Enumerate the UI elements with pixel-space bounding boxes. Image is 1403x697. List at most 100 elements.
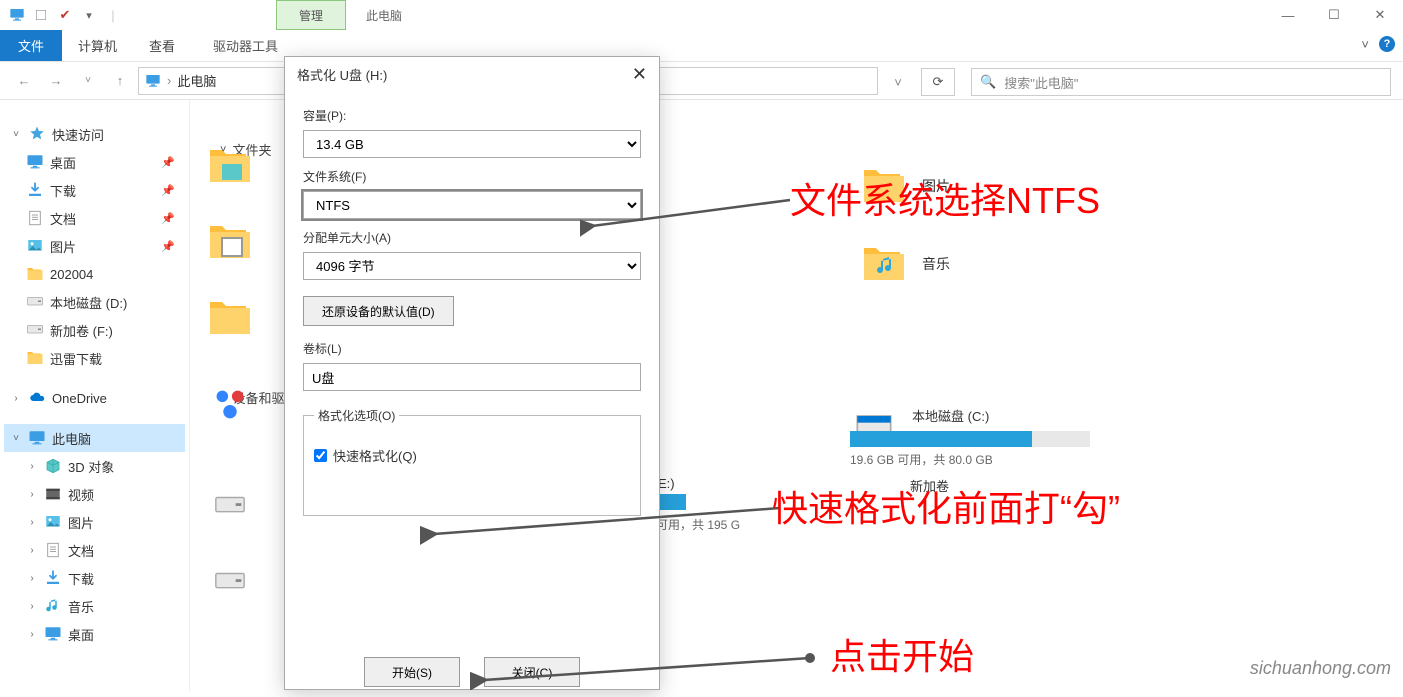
tree-item-videos[interactable]: › 视频 — [4, 480, 185, 508]
tree-item-downloads[interactable]: 下载 📌 — [4, 176, 185, 204]
quick-format-checkbox[interactable]: 快速格式化(Q) — [314, 446, 630, 465]
tree-this-pc[interactable]: ˅ 此电脑 — [4, 424, 185, 452]
drive-item[interactable] — [204, 556, 256, 608]
tree-item-drive-d[interactable]: 本地磁盘 (D:) — [4, 288, 185, 316]
folder-icon — [860, 162, 908, 210]
tree-item-folder[interactable]: 迅雷下载 — [4, 344, 185, 372]
tree-label: 音乐 — [68, 597, 94, 616]
filesystem-select[interactable]: NTFS — [303, 191, 641, 219]
tab-computer[interactable]: 计算机 — [62, 30, 133, 61]
search-placeholder: 搜索"此电脑" — [1004, 73, 1078, 92]
start-button[interactable]: 开始(S) — [364, 657, 460, 687]
chevron-right-icon[interactable]: › — [26, 573, 38, 584]
cloud-icon — [28, 389, 46, 407]
chevron-right-icon[interactable]: › — [10, 393, 22, 404]
help-icon[interactable]: ? — [1379, 36, 1395, 52]
star-icon — [28, 125, 46, 143]
tree-label: OneDrive — [52, 391, 107, 406]
tree-item-music[interactable]: › 音乐 — [4, 592, 185, 620]
volume-input[interactable] — [303, 363, 641, 391]
drive-c[interactable]: 本地磁盘 (C:) 19.6 GB 可用，共 80.0 GB — [850, 406, 1090, 468]
baidu-netdisk-icon[interactable] — [204, 378, 256, 430]
tree-item-pictures[interactable]: ›图片 — [4, 508, 185, 536]
folder-pictures[interactable]: 图片 — [860, 162, 950, 210]
ribbon: 文件 计算机 查看 驱动器工具 — [0, 30, 1403, 62]
drive-new-remnant[interactable]: 新加卷 — [910, 476, 949, 495]
drive-info: 19.6 GB 可用，共 80.0 GB — [850, 451, 1090, 468]
tree-label: 本地磁盘 (D:) — [50, 293, 127, 312]
breadcrumb-text[interactable]: 此电脑 — [177, 71, 216, 90]
filesystem-label: 文件系统(F) — [303, 168, 641, 185]
chevron-right-icon[interactable]: › — [26, 545, 38, 556]
quick-format-input[interactable] — [314, 449, 327, 462]
tree-label: 下载 — [50, 181, 76, 200]
tree-label: 图片 — [50, 237, 76, 256]
folder-icon — [26, 349, 44, 367]
close-button[interactable]: ✕ — [1357, 0, 1403, 30]
tree-item-desktop[interactable]: ›桌面 — [4, 620, 185, 648]
qat-dropdown-icon[interactable]: ▾ — [78, 4, 100, 26]
back-button[interactable]: ← — [10, 67, 38, 95]
pin-icon: 📌 — [161, 184, 175, 197]
monitor-icon — [28, 429, 46, 447]
ribbon-chevron-icon[interactable]: ˅ — [1361, 37, 1369, 52]
capacity-select[interactable]: 13.4 GB — [303, 130, 641, 158]
qat-check-icon[interactable]: ✔ — [54, 4, 76, 26]
chevron-right-icon[interactable]: › — [26, 629, 38, 640]
tab-drive-tools[interactable]: 驱动器工具 — [197, 30, 294, 61]
tab-view[interactable]: 查看 — [133, 30, 191, 61]
chevron-right-icon[interactable]: › — [26, 489, 38, 500]
address-dropdown-icon[interactable]: ˅ — [883, 68, 913, 96]
maximize-button[interactable]: ☐ — [1311, 0, 1357, 30]
search-icon: 🔍 — [980, 74, 996, 90]
tree-quick-access[interactable]: ˅ 快速访问 — [4, 120, 185, 148]
chevron-right-icon[interactable]: › — [26, 601, 38, 612]
folder-item[interactable] — [204, 216, 256, 268]
up-button[interactable]: ↑ — [106, 67, 134, 95]
search-box[interactable]: 🔍 搜索"此电脑" — [971, 68, 1391, 96]
tree-item-folder[interactable]: 202004 — [4, 260, 185, 288]
dialog-close-button[interactable]: ✕ — [632, 64, 647, 85]
chevron-right-icon[interactable]: › — [26, 517, 38, 528]
tree-item-downloads[interactable]: › 下载 — [4, 564, 185, 592]
chevron-right-icon[interactable]: › — [26, 461, 38, 472]
format-options-legend: 格式化选项(O) — [314, 407, 399, 424]
tree-item-desktop[interactable]: 桌面📌 — [4, 148, 185, 176]
download-icon — [26, 181, 44, 199]
tree-item-documents[interactable]: 文档📌 — [4, 204, 185, 232]
allocation-label: 分配单元大小(A) — [303, 229, 641, 246]
folder-item[interactable] — [204, 292, 256, 344]
tree-onedrive[interactable]: › OneDrive — [4, 384, 185, 412]
tree-label: 此电脑 — [52, 429, 91, 448]
drive-e-remnant[interactable]: E:) — [658, 476, 675, 491]
allocation-select[interactable]: 4096 字节 — [303, 252, 641, 280]
pin-icon: 📌 — [161, 240, 175, 253]
restore-defaults-button[interactable]: 还原设备的默认值(D) — [303, 296, 454, 326]
watermark: sichuanhong.com — [1250, 658, 1391, 679]
refresh-button[interactable]: ⟳ — [921, 68, 955, 96]
minimize-button[interactable]: — — [1265, 0, 1311, 30]
chevron-down-icon[interactable]: ˅ — [10, 433, 22, 444]
file-tab[interactable]: 文件 — [0, 30, 62, 61]
close-dialog-button[interactable]: 关闭(C) — [484, 657, 580, 687]
tree-label: 下载 — [68, 569, 94, 588]
drive-usage-bar — [850, 431, 1090, 447]
drive-item[interactable] — [204, 480, 256, 532]
tree-item-3d[interactable]: ›3D 对象 — [4, 452, 185, 480]
tree-item-documents[interactable]: ›文档 — [4, 536, 185, 564]
tree-label: 快速访问 — [52, 125, 104, 144]
folder-icon — [860, 240, 908, 288]
tree-label: 视频 — [68, 485, 94, 504]
picture-icon — [44, 513, 62, 531]
folder-music[interactable]: 音乐 — [860, 240, 950, 288]
drive-icon — [26, 293, 44, 311]
qat-prop-icon[interactable] — [30, 4, 52, 26]
chevron-down-icon[interactable]: ˅ — [10, 129, 22, 140]
folder-item[interactable] — [204, 140, 256, 192]
forward-button[interactable]: → — [42, 67, 70, 95]
qat-icon[interactable] — [6, 4, 28, 26]
tree-item-pictures[interactable]: 图片 📌 — [4, 232, 185, 260]
recent-dropdown-icon[interactable]: ˅ — [74, 67, 102, 95]
dialog-title: 格式化 U盘 (H:) — [297, 65, 387, 84]
tree-item-drive-f[interactable]: 新加卷 (F:) — [4, 316, 185, 344]
